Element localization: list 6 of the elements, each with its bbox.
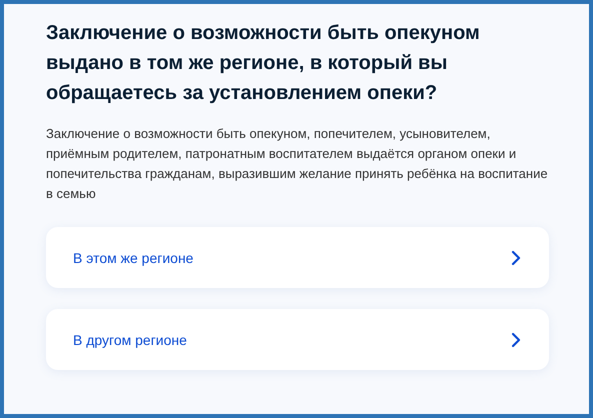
question-title: Заключение о возможности быть опекуном выдано в том же регионе, в который вы обращаетесь за установлением опеки? bbox=[46, 21, 481, 106]
question-description: Заключение о возможности быть опекуном, попечителем, усыновителем, приёмным родителем, патронатным воспитателем выдаётся органом опеки и попечительства гражданам, выразившим желание принять ребёнка на воспитание в семью bbox=[46, 125, 549, 203]
option-button[interactable]: В другом регионе bbox=[46, 309, 549, 370]
chevron-right-icon bbox=[511, 332, 521, 348]
chevron-right-icon bbox=[511, 250, 521, 266]
option-button[interactable]: В этом же регионе bbox=[46, 227, 549, 288]
